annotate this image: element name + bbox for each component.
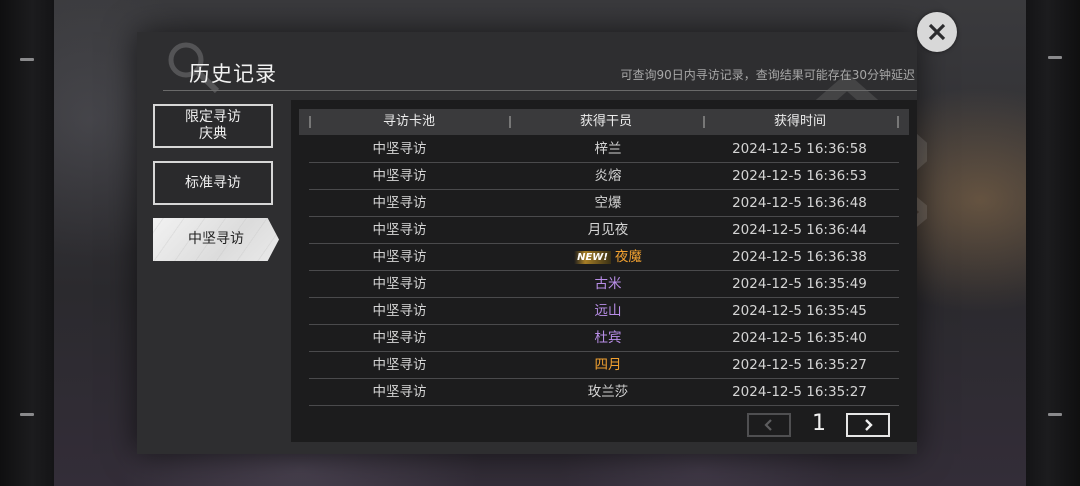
table-row: 中坚寻访 月见夜 2024-12-5 16:36:44 — [309, 217, 899, 244]
tab-label: 标准寻访 — [185, 174, 241, 191]
bezel-tick — [1048, 413, 1062, 416]
operator-name: 月见夜 — [587, 222, 629, 238]
header-pool: 寻访卡池 — [382, 114, 435, 129]
query-note: 可查询90日内寻访记录，查询结果可能存在30分钟延迟 — [620, 68, 915, 82]
pool-cell: 中坚寻访 — [372, 168, 427, 184]
table-row: 中坚寻访 古米 2024-12-5 16:35:49 — [309, 271, 899, 298]
time-cell: 2024-12-5 16:36:48 — [732, 195, 867, 211]
tab-label: 中坚寻访 — [188, 231, 244, 247]
title-divider — [163, 90, 917, 91]
time-cell: 2024-12-5 16:36:53 — [732, 168, 867, 184]
time-cell: 2024-12-5 16:35:27 — [732, 384, 867, 400]
new-badge: NEW! — [574, 251, 611, 264]
chevron-left-icon — [764, 419, 772, 431]
pool-cell: 中坚寻访 — [372, 357, 427, 373]
table-row: 中坚寻访 梓兰 2024-12-5 16:36:58 — [309, 136, 899, 163]
operator-cell: 炎熔 — [513, 163, 703, 190]
table-row: 中坚寻访 远山 2024-12-5 16:35:45 — [309, 298, 899, 325]
page-title: 历史记录 — [189, 62, 277, 86]
bezel-tick — [20, 58, 34, 61]
pool-cell: 中坚寻访 — [372, 141, 427, 157]
header-separator — [897, 116, 899, 128]
table-row: 中坚寻访 玫兰莎 2024-12-5 16:35:27 — [309, 379, 899, 406]
table-header: 寻访卡池 获得干员 获得时间 — [299, 109, 909, 135]
header-operator: 获得干员 — [579, 114, 632, 129]
pool-cell: 中坚寻访 — [372, 303, 427, 319]
page-number: 1 — [812, 411, 826, 436]
right-bezel — [1026, 0, 1080, 486]
pool-cell: 中坚寻访 — [372, 384, 427, 400]
operator-cell: 梓兰 — [513, 136, 703, 163]
bezel-tick — [20, 413, 34, 416]
operator-name: 四月 — [594, 357, 622, 373]
tab-standard-banner[interactable]: 标准寻访 — [153, 161, 273, 205]
time-cell: 2024-12-5 16:36:38 — [732, 249, 867, 265]
operator-cell: 杜宾 — [513, 325, 703, 352]
tab-limited-banner[interactable]: 限定寻访 庆典 — [153, 104, 273, 148]
pool-cell: 中坚寻访 — [372, 249, 427, 265]
left-bezel — [0, 0, 54, 486]
table-row: 中坚寻访 炎熔 2024-12-5 16:36:53 — [309, 163, 899, 190]
close-icon — [928, 23, 946, 41]
table-row: 中坚寻访 NEW! 夜魔 2024-12-5 16:36:38 — [309, 244, 899, 271]
history-panel: 历史记录 可查询90日内寻访记录，查询结果可能存在30分钟延迟 限定寻访 庆典 … — [137, 32, 927, 454]
operator-cell: 四月 — [513, 352, 703, 379]
operator-cell: 空爆 — [513, 190, 703, 217]
time-cell: 2024-12-5 16:35:45 — [732, 303, 867, 319]
tab-label: 限定寻访 — [185, 109, 241, 125]
time-cell: 2024-12-5 16:35:40 — [732, 330, 867, 346]
operator-name: 夜魔 — [614, 249, 642, 265]
time-cell: 2024-12-5 16:35:49 — [732, 276, 867, 292]
operator-cell: NEW! 夜魔 — [513, 244, 703, 271]
pool-cell: 中坚寻访 — [372, 276, 427, 292]
operator-name: 杜宾 — [594, 330, 622, 346]
time-cell: 2024-12-5 16:36:58 — [732, 141, 867, 157]
operator-name: 炎熔 — [594, 168, 622, 184]
table-row: 中坚寻访 四月 2024-12-5 16:35:27 — [309, 352, 899, 379]
next-page-button[interactable] — [846, 413, 890, 437]
tab-label: 庆典 — [199, 126, 227, 142]
tab-core-banner[interactable]: 中坚寻访 — [153, 218, 279, 261]
operator-cell: 古米 — [513, 271, 703, 298]
operator-name: 空爆 — [594, 195, 622, 211]
pool-cell: 中坚寻访 — [372, 222, 427, 238]
time-cell: 2024-12-5 16:36:44 — [732, 222, 867, 238]
table-row: 中坚寻访 杜宾 2024-12-5 16:35:40 — [309, 325, 899, 352]
chevron-right-icon — [865, 419, 873, 431]
close-button[interactable] — [917, 12, 957, 52]
operator-name: 古米 — [594, 276, 622, 292]
operator-name: 玫兰莎 — [587, 384, 629, 400]
pool-cell: 中坚寻访 — [372, 330, 427, 346]
header-time: 获得时间 — [773, 114, 826, 129]
prev-page-button[interactable] — [747, 413, 791, 437]
operator-cell: 月见夜 — [513, 217, 703, 244]
operator-cell: 远山 — [513, 298, 703, 325]
operator-cell: 玫兰莎 — [513, 379, 703, 406]
time-cell: 2024-12-5 16:35:27 — [732, 357, 867, 373]
table-row: 中坚寻访 空爆 2024-12-5 16:36:48 — [309, 190, 899, 217]
records-table: 寻访卡池 获得干员 获得时间 中坚寻访 梓兰 2024-12-5 16:36:58 中… — [291, 100, 917, 442]
bezel-tick — [1048, 56, 1062, 59]
pool-cell: 中坚寻访 — [372, 195, 427, 211]
operator-name: 梓兰 — [594, 141, 622, 157]
operator-name: 远山 — [594, 303, 622, 319]
